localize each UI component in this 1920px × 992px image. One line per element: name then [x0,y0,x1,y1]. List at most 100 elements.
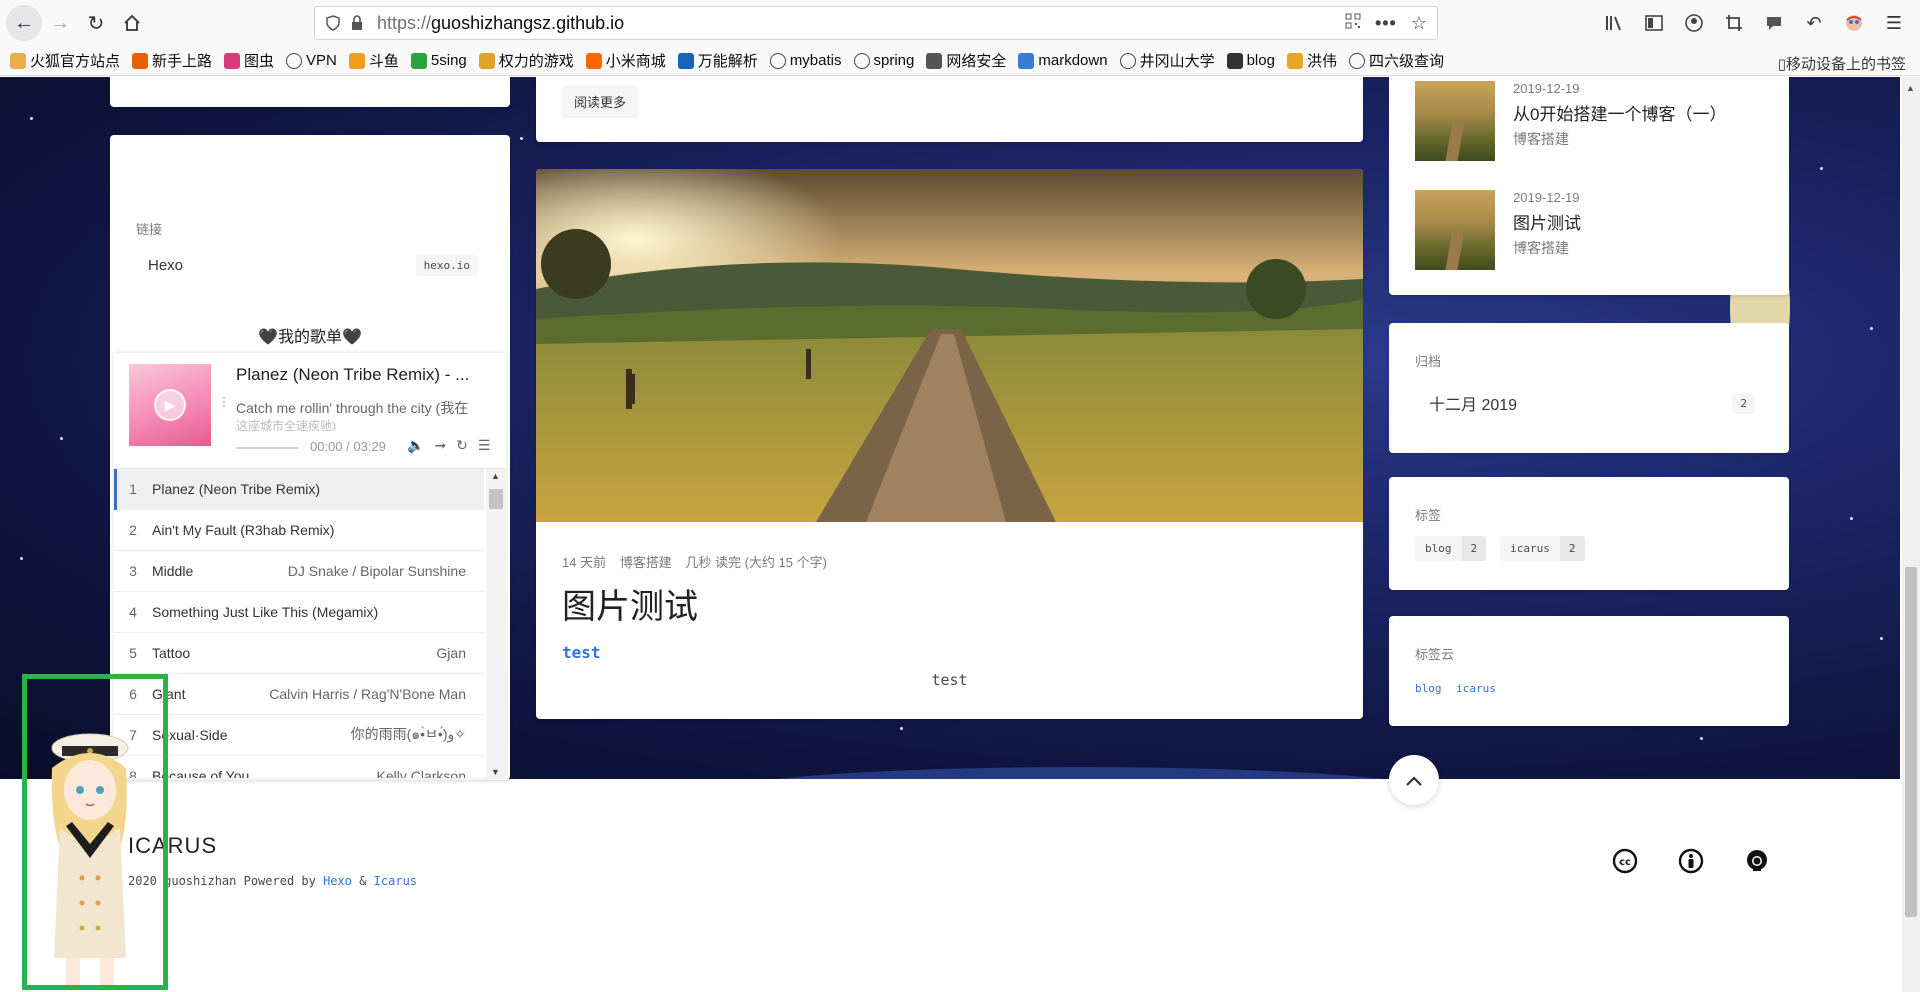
bookmark-item[interactable]: mybatis [769,52,842,69]
recent-post-title[interactable]: 从0开始搭建一个博客（一） [1513,100,1726,125]
bookmark-item[interactable]: 新手上路 [132,50,212,71]
account-icon[interactable] [1678,5,1710,41]
scroll-down-icon[interactable]: ▼ [491,767,500,777]
recent-post-item[interactable]: 2019-12-19 从0开始搭建一个博客（一） 博客搭建 [1415,81,1726,161]
bookmark-item[interactable]: 火狐官方站点 [10,50,120,71]
progress-bar[interactable] [236,447,298,449]
url-bar[interactable]: https://guoshizhangsz.github.io ••• ☆ [314,6,1438,40]
github-icon[interactable] [1742,846,1772,876]
bookmark-item[interactable]: spring [853,52,915,69]
undo-icon[interactable]: ↶ [1798,5,1830,41]
bookmark-item[interactable]: 小米商城 [585,50,666,71]
track-item[interactable]: 5 Tattoo Gjan [114,633,484,674]
forward-icon[interactable]: → [42,5,78,41]
bookmark-star-icon[interactable]: ☆ [1411,13,1427,34]
tag-blog[interactable]: blog 2 [1415,536,1487,561]
sidebar-icon[interactable] [1638,5,1670,41]
archive-month[interactable]: 十二月 2019 [1429,391,1517,415]
track-name[interactable]: Ain't My Fault (R3hab Remix) [152,522,466,538]
bookmark-label[interactable]: spring [874,52,915,69]
recent-post-title[interactable]: 图片测试 [1513,209,1581,234]
bookmark-item[interactable]: VPN [286,52,337,69]
track-item[interactable]: 2 Ain't My Fault (R3hab Remix) [114,510,484,551]
bookmark-label[interactable]: 洪伟 [1307,50,1337,71]
back-to-top-button[interactable] [1389,755,1439,805]
bookmark-label[interactable]: mybatis [790,52,842,69]
back-icon[interactable]: ← [6,5,42,41]
chat-icon[interactable] [1758,5,1790,41]
hexo-link[interactable]: Hexo [323,874,352,888]
track-item[interactable]: 3 Middle DJ Snake / Bipolar Sunshine [114,551,484,592]
playlist-toggle-icon[interactable]: ☰ [478,437,491,454]
track-name[interactable]: Planez (Neon Tribe Remix) [152,481,466,497]
track-item[interactable]: 1 Planez (Neon Tribe Remix) [114,469,484,510]
track-name[interactable]: Something Just Like This (Megamix) [152,604,466,620]
bookmark-item[interactable]: 四六级查询 [1348,50,1444,71]
bookmark-item[interactable]: 万能解析 [677,50,758,71]
bookmark-label[interactable]: 万能解析 [698,50,758,71]
tag-name[interactable]: blog [1415,536,1462,561]
page-scrollbar[interactable]: ▲ [1902,77,1920,992]
bookmark-item[interactable]: 井冈山大学 [1119,50,1215,71]
bookmark-label[interactable]: 新手上路 [152,50,212,71]
recent-post-category[interactable]: 博客搭建 [1513,238,1581,258]
volume-icon[interactable]: 🔈 [407,437,424,454]
bookmark-item[interactable]: blog [1226,52,1275,69]
track-item[interactable]: 4 Something Just Like This (Megamix) [114,592,484,633]
bookmark-label[interactable]: 5sing [431,52,467,69]
bookmark-item[interactable]: 权力的游戏 [478,50,574,71]
page-scroll-thumb[interactable] [1905,567,1917,917]
order-icon[interactable]: ➞ [434,437,446,454]
bookmark-label[interactable]: blog [1247,52,1275,69]
hamburger-menu-icon[interactable]: ☰ [1878,5,1910,41]
track-item[interactable]: 8 Because of You Kelly Clarkson [114,756,484,778]
icarus-link[interactable]: Icarus [374,874,417,888]
bookmark-label[interactable]: 权力的游戏 [499,50,574,71]
track-name[interactable]: Tattoo [152,645,436,661]
qr-code-icon[interactable] [1345,13,1361,34]
mobile-bookmarks[interactable]: ▯移动设备上的书签 [1778,53,1906,74]
play-icon[interactable]: ▶ [154,389,186,421]
bookmark-item[interactable]: 斗鱼 [348,50,399,71]
scroll-thumb[interactable] [489,489,503,509]
bookmark-item[interactable]: markdown [1018,52,1108,69]
tag-icarus[interactable]: icarus 2 [1500,536,1585,561]
attribution-icon[interactable] [1676,846,1706,876]
home-icon[interactable] [114,5,150,41]
track-name[interactable]: Giant [152,686,269,702]
bookmark-label[interactable]: 小米商城 [606,50,666,71]
track-name[interactable]: Sexual·Side [152,727,351,743]
url-text[interactable]: https://guoshizhangsz.github.io [377,13,1345,34]
bookmark-item[interactable]: 5sing [410,52,467,69]
reload-icon[interactable]: ↻ [78,5,114,41]
track-list-scrollbar[interactable]: ▲ ▼ [486,469,506,778]
bookmark-label[interactable]: 四六级查询 [1369,50,1444,71]
bookmark-item[interactable]: 图虫 [224,50,274,71]
bookmark-label[interactable]: markdown [1038,52,1107,69]
bookmark-item[interactable]: 洪伟 [1286,50,1337,71]
read-more-button[interactable]: 阅读更多 [562,85,639,118]
shield-icon[interactable] [321,15,345,31]
link-name[interactable]: Hexo [148,257,183,274]
archive-item[interactable]: 十二月 2019 2 [1429,391,1755,415]
track-item[interactable]: 7 Sexual·Side 你的雨雨(๑•̀ㅂ•́)و✧ [114,715,484,756]
drag-handle-icon[interactable]: ⋮ [218,395,230,409]
loop-icon[interactable]: ↻ [456,437,468,454]
extension-avatar-icon[interactable] [1838,5,1870,41]
bookmark-label[interactable]: 斗鱼 [369,50,399,71]
bookmark-label[interactable]: VPN [306,52,337,69]
recent-post-thumbnail[interactable] [1415,190,1495,270]
cloud-tag-icarus[interactable]: icarus [1456,682,1496,695]
bookmark-label[interactable]: 井冈山大学 [1140,50,1215,71]
scroll-up-icon[interactable]: ▲ [491,471,500,481]
scroll-up-icon[interactable]: ▲ [1906,83,1915,93]
lock-icon[interactable] [345,15,369,31]
post-content-link[interactable]: test [562,643,601,662]
screenshot-crop-icon[interactable] [1718,5,1750,41]
track-name[interactable]: Middle [152,563,288,579]
creative-commons-icon[interactable]: cc [1610,846,1640,876]
link-item-hexo[interactable]: Hexo hexo.io [148,255,478,276]
post-title[interactable]: 图片测试 [562,579,698,628]
track-name[interactable]: Because of You [152,768,377,778]
post-cover-image[interactable] [536,169,1363,522]
